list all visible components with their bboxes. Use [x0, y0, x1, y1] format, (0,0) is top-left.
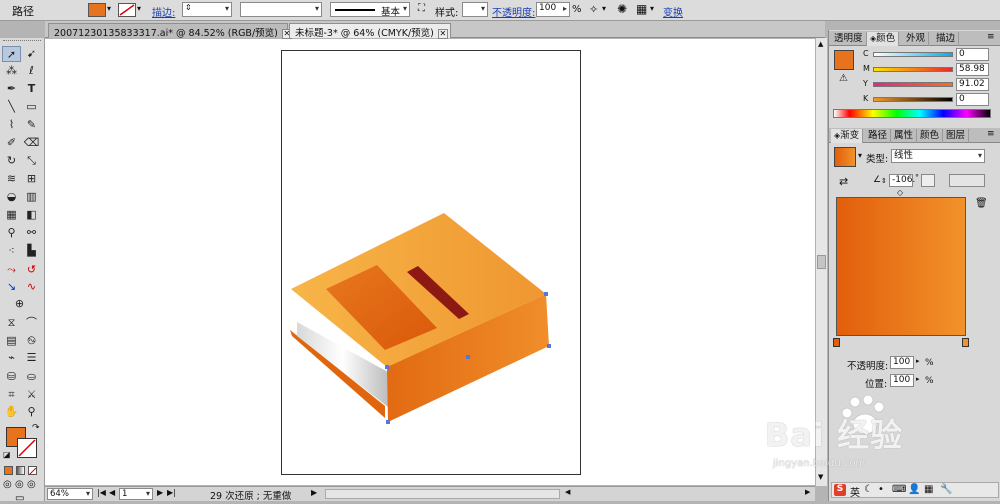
channel-k-label: K [863, 94, 869, 103]
horizontal-scrollbar[interactable] [325, 489, 560, 499]
panel-menu-icon[interactable]: ≡ [987, 129, 995, 139]
scroll-down-icon[interactable]: ▼ [818, 473, 823, 481]
gradient-angle-input[interactable]: -106. [889, 174, 915, 187]
channel-k-slider[interactable] [873, 97, 953, 102]
channel-m-label: M [863, 64, 870, 73]
artboard-number-dropdown[interactable]: 1 ▾ [119, 488, 153, 500]
tab-gradient[interactable]: ◈渐变 [831, 129, 864, 143]
gradient-slider[interactable] [836, 197, 966, 336]
angle-icon: ∠ [873, 175, 882, 185]
color-fill-swatch[interactable] [834, 50, 854, 70]
prev-artboard-icon[interactable]: ◀ [109, 488, 115, 497]
gradient-panel-tabs: ◈渐变 路径 属性 颜色 图层 ≡ [829, 128, 1000, 143]
gradient-stop-start[interactable] [833, 338, 840, 347]
panel-menu-icon[interactable]: ≡ [987, 32, 995, 42]
scroll-left-icon[interactable]: ◀ [565, 488, 570, 496]
last-artboard-icon[interactable]: ▶| [167, 488, 176, 497]
watermark-brand: Bai 经验 [765, 416, 904, 454]
tab-layers[interactable]: 图层 [943, 129, 970, 143]
status-menu-icon[interactable]: ▶ [311, 488, 317, 497]
keyboard-icon[interactable]: ⌨ [892, 484, 906, 495]
tab-stroke[interactable]: 描边 [933, 32, 960, 46]
color-panel-tabs: 透明度 ◈颜色 外观 描边 ≡ [829, 31, 1000, 46]
scroll-right-icon[interactable]: ▶ [805, 488, 810, 496]
baidu-watermark: Bai 经验 jingyan.baidu.com [765, 390, 1000, 480]
opacity-menu-icon[interactable]: ▸ [916, 357, 920, 365]
channel-c-label: C [863, 49, 869, 58]
out-of-gamut-icon[interactable]: ⚠ [839, 73, 848, 84]
stop-opacity-label: 不透明度: [847, 361, 889, 372]
user-icon[interactable]: 👤 [908, 484, 920, 495]
gradient-midpoint-icon[interactable]: ◇ [897, 188, 903, 197]
scroll-up-icon[interactable]: ▲ [818, 40, 823, 48]
delete-stop-icon[interactable]: 🗑 [975, 198, 988, 209]
channel-y-slider[interactable] [873, 82, 953, 87]
moon-icon[interactable]: ☾ [864, 484, 873, 495]
channel-y-label: Y [863, 79, 868, 88]
watermark-url: jingyan.baidu.com [773, 458, 866, 469]
stop-opacity-unit: % [925, 358, 934, 368]
stepper-icon[interactable]: ⇕ [881, 177, 887, 185]
aspect-ratio-dropdown[interactable] [949, 174, 985, 187]
scroll-thumb[interactable] [817, 255, 826, 269]
tab-appearance[interactable]: 外观 [903, 32, 930, 46]
gradient-preview-swatch[interactable] [834, 147, 856, 167]
channel-c-slider[interactable] [873, 52, 953, 57]
ime-language[interactable]: 英 [850, 484, 860, 499]
chevron-down-icon[interactable]: ▾ [858, 151, 862, 160]
next-artboard-icon[interactable]: ▶ [157, 488, 163, 497]
first-artboard-icon[interactable]: |◀ [97, 488, 106, 497]
position-menu-icon[interactable]: ▸ [916, 375, 920, 383]
gradient-type-label: 类型: [866, 154, 889, 165]
panel-dock: 透明度 ◈颜色 外观 描边 ≡ ⚠ C 0 M 58.98 Y 91.02 K … [765, 30, 1000, 501]
aspect-ratio-input[interactable] [921, 174, 935, 187]
tools-icon[interactable]: 🔧 [940, 484, 952, 495]
gradient-type-dropdown[interactable]: 线性 ▾ [891, 149, 985, 163]
skin-icon[interactable]: ▦ [924, 484, 933, 495]
channel-m-slider[interactable] [873, 67, 953, 72]
channel-y-input[interactable]: 91.02 [956, 78, 989, 91]
stop-position-label: 位置: [865, 379, 888, 390]
tab-attributes[interactable]: 属性 [891, 129, 918, 143]
angle-unit: ° [915, 173, 919, 182]
color-spectrum[interactable] [833, 109, 991, 118]
gradient-stop-end[interactable] [962, 338, 969, 347]
reverse-gradient-icon[interactable]: ⇄ [839, 175, 848, 188]
tab-color-2[interactable]: 颜色 [917, 129, 944, 143]
punctuation-icon[interactable]: • [878, 484, 884, 495]
status-bar: 64% ▾ |◀ ◀ 1 ▾ ▶ ▶| 29 次还原 ; 无重做 ▶ ◀ ▶ [45, 486, 815, 502]
ime-toolbar: S 英 ☾ • ⌨ 👤 ▦ 🔧 [831, 482, 999, 499]
status-text: 29 次还原 ; 无重做 [210, 491, 292, 502]
sogou-logo-icon[interactable]: S [834, 484, 846, 496]
tab-transparency[interactable]: 透明度 [831, 32, 867, 46]
tab-pathfinder[interactable]: 路径 [865, 129, 892, 143]
channel-k-input[interactable]: 0 [956, 93, 989, 106]
stop-position-unit: % [925, 376, 934, 386]
stop-opacity-input[interactable]: 100 [890, 356, 914, 369]
tab-color[interactable]: ◈颜色 [867, 32, 900, 46]
stop-position-input[interactable]: 100 [890, 374, 914, 387]
channel-m-input[interactable]: 58.98 [956, 63, 989, 76]
channel-c-input[interactable]: 0 [956, 48, 989, 61]
zoom-dropdown[interactable]: 64% ▾ [47, 488, 93, 500]
